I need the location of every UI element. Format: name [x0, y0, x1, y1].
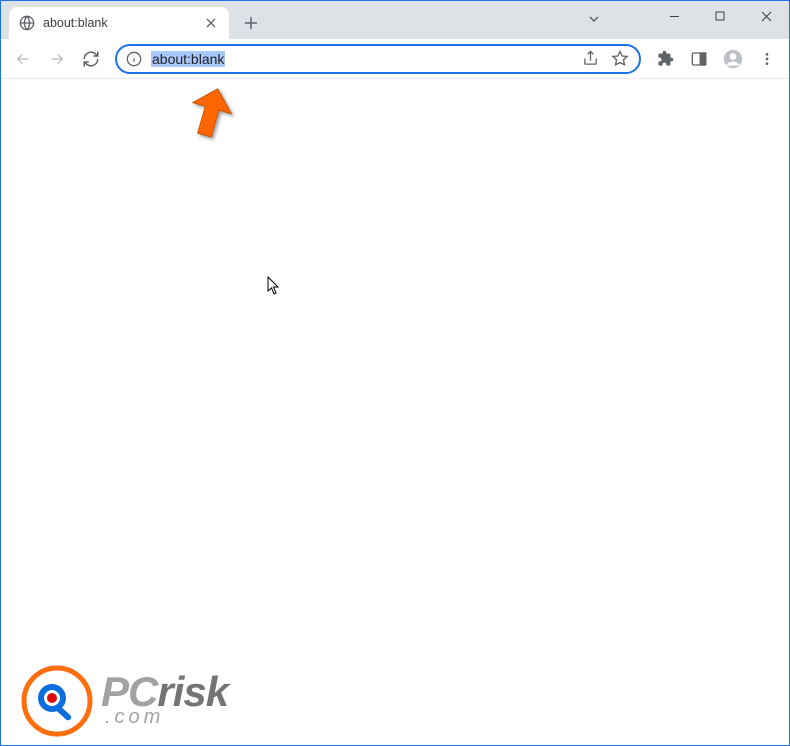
globe-icon [19, 15, 35, 31]
minimize-button[interactable] [651, 1, 697, 31]
back-button[interactable] [7, 43, 39, 75]
watermark: PCrisk .com [21, 665, 228, 735]
new-tab-button[interactable] [237, 9, 265, 37]
kebab-menu-icon[interactable] [751, 43, 783, 75]
side-panel-icon[interactable] [683, 43, 715, 75]
extensions-icon[interactable] [649, 43, 681, 75]
chevron-down-icon[interactable] [584, 9, 604, 29]
forward-button[interactable] [41, 43, 73, 75]
address-bar[interactable]: about:blank [115, 44, 641, 74]
profile-avatar-icon[interactable] [717, 43, 749, 75]
url-selected-text: about:blank [151, 51, 225, 67]
page-content [1, 79, 789, 745]
watermark-logo-icon [21, 665, 91, 735]
toolbar-right [649, 43, 783, 75]
omnibox-actions [579, 48, 631, 70]
reload-button[interactable] [75, 43, 107, 75]
toolbar: about:blank [1, 39, 789, 79]
titlebar: about:blank [1, 1, 789, 39]
browser-tab[interactable]: about:blank [9, 7, 229, 39]
info-icon[interactable] [125, 50, 143, 68]
watermark-risk: risk [157, 668, 228, 715]
window-controls [651, 1, 789, 31]
bookmark-star-icon[interactable] [609, 48, 631, 70]
maximize-button[interactable] [697, 1, 743, 31]
address-bar-text: about:blank [151, 51, 579, 67]
close-tab-icon[interactable] [203, 15, 219, 31]
tab-title: about:blank [43, 16, 203, 30]
share-icon[interactable] [579, 48, 601, 70]
watermark-text: PCrisk .com [101, 674, 228, 727]
close-window-button[interactable] [743, 1, 789, 31]
watermark-dotcom: .com [105, 709, 228, 726]
